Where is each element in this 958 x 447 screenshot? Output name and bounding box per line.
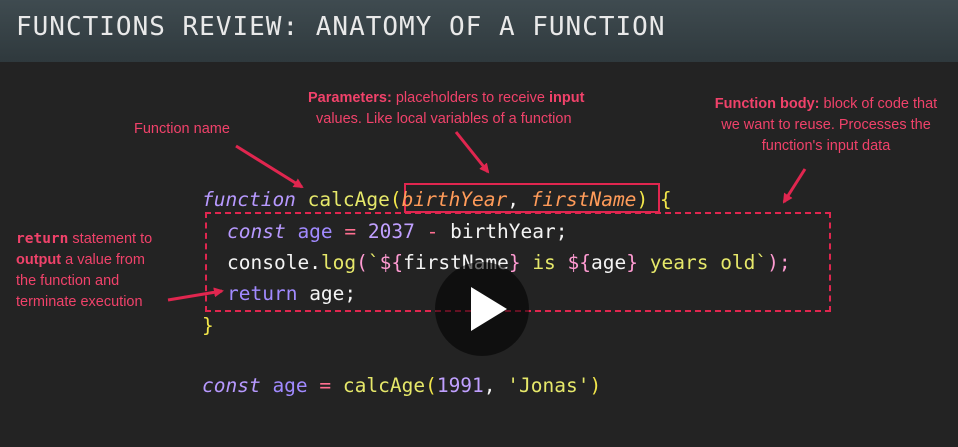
function-body-arrow	[782, 168, 807, 204]
code-line-return: return age;	[227, 282, 357, 305]
page-title: FUNCTIONS REVIEW: ANATOMY OF A FUNCTION	[16, 12, 666, 42]
parameters-arrow	[454, 131, 490, 174]
title-bar: FUNCTIONS REVIEW: ANATOMY OF A FUNCTION	[0, 0, 958, 62]
slide-content: Function name Parameters: placeholders t…	[0, 62, 958, 447]
function-name-arrow	[235, 144, 304, 189]
return-label: return statement to output a value from …	[16, 231, 153, 310]
play-button[interactable]	[435, 262, 529, 356]
code-line-const-age: const age = 2037 - birthYear;	[227, 220, 568, 243]
play-icon	[471, 287, 507, 331]
code-line-closing-brace: }	[202, 314, 214, 337]
code-line-function-declaration: function calcAge(birthYear, firstName) {	[202, 188, 672, 211]
function-body-label: Function body: block of code that we wan…	[714, 96, 938, 154]
code-line-function-call: const age = calcAge(1991, 'Jonas')	[202, 374, 602, 397]
parameters-label: Parameters: placeholders to receive inpu…	[308, 90, 585, 127]
function-name-label: Function name	[134, 121, 230, 137]
